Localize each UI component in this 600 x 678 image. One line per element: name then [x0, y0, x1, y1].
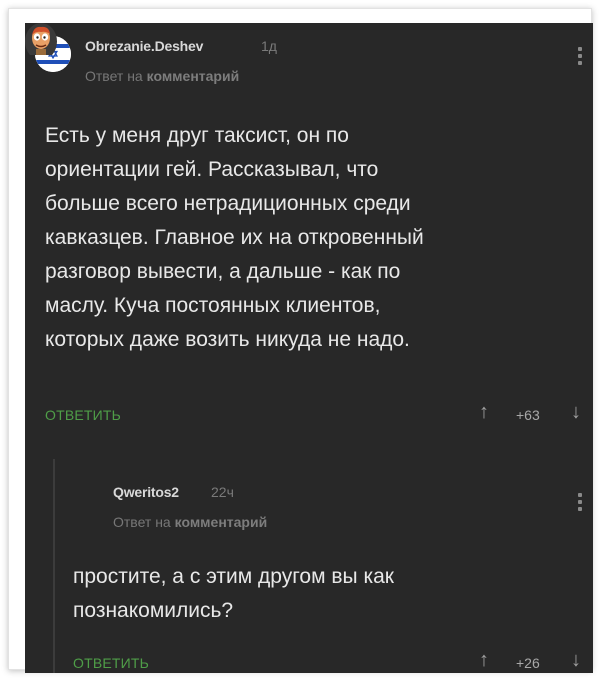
reply-to-link[interactable]: комментарий [175, 514, 268, 530]
reply-to-prefix: Ответ на [85, 68, 143, 84]
comment-username[interactable]: Qweritos2 [113, 484, 179, 500]
comment-time: 1д [261, 38, 277, 54]
reply-button[interactable]: ОТВЕТИТЬ [45, 407, 121, 423]
comment-text: простите, а с этим другом вы как познако… [73, 560, 394, 628]
reply-button[interactable]: ОТВЕТИТЬ [73, 655, 149, 671]
upvote-icon[interactable]: ↑ [479, 401, 489, 424]
comment-text-line: Есть у меня друг таксист, он по [45, 124, 349, 147]
comment-username[interactable]: Obrezanie.Deshev [85, 38, 203, 54]
comment-score: +63 [516, 407, 540, 423]
comment-text-line: простите, а с этим другом вы как [73, 565, 394, 588]
comment-text-line: которых даже возить никуда не надо. [45, 328, 410, 351]
comment-time: 22ч [211, 484, 234, 500]
comment-text: Есть у меня друг таксист, он по ориентац… [45, 119, 424, 357]
screenshot-frame: Obrezanie.Deshev 1д Ответ на комментарий… [8, 8, 593, 673]
downvote-icon[interactable]: ↓ [571, 401, 581, 424]
comment-text-line: познакомились? [73, 599, 234, 622]
comment-text-line: разговор вывести, а дальше - как по [45, 260, 401, 283]
comment-text-line: кавказцев. Главное их на откровенный [45, 226, 424, 249]
reply-to-label: Ответ на комментарий [113, 514, 267, 530]
thread-line [53, 459, 55, 673]
reply-to-link[interactable]: комментарий [147, 68, 240, 84]
comment-text-line: ориентации гей. Рассказывал, что [45, 158, 379, 181]
comment-score: +26 [516, 655, 540, 671]
reply-to-label: Ответ на комментарий [85, 68, 239, 84]
upvote-icon[interactable]: ↑ [479, 649, 489, 672]
comments-screen: Obrezanie.Deshev 1д Ответ на комментарий… [25, 23, 593, 673]
reply-to-prefix: Ответ на [113, 514, 171, 530]
avatar[interactable] [25, 23, 57, 60]
more-options-icon[interactable] [577, 493, 583, 514]
cartoon-character-icon [25, 23, 57, 55]
downvote-icon[interactable]: ↓ [571, 649, 581, 672]
comment-text-line: маслу. Куча постоянных клиентов, [45, 294, 381, 317]
more-options-icon[interactable] [577, 47, 583, 68]
comment-text-line: больше всего нетрадиционных среди [45, 192, 411, 215]
